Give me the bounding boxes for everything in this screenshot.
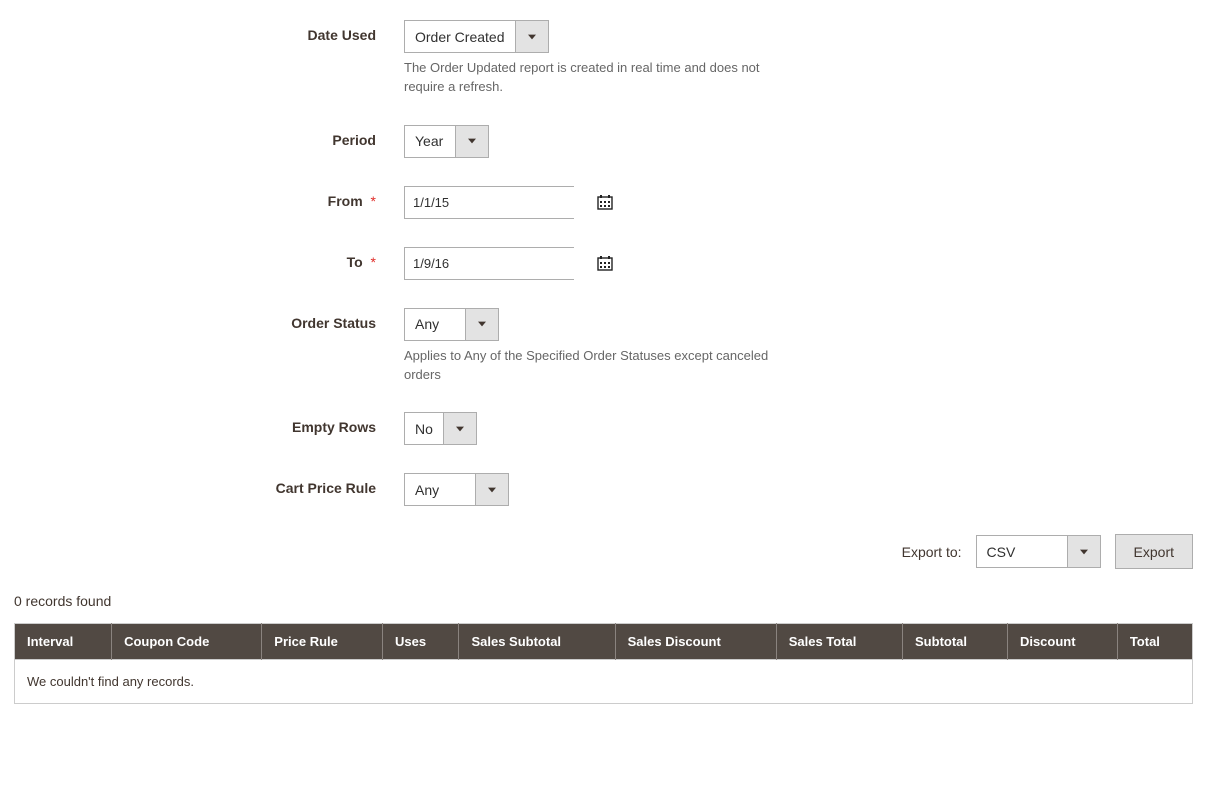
field-period: Period Year (134, 125, 934, 158)
export-label: Export to: (902, 544, 962, 560)
field-order-status: Order Status Any Applies to Any of the S… (134, 308, 934, 385)
order-status-value: Any (405, 309, 465, 340)
col-coupon-code: Coupon Code (112, 624, 262, 660)
order-status-hint: Applies to Any of the Specified Order St… (404, 347, 784, 385)
report-table: Interval Coupon Code Price Rule Uses Sal… (14, 623, 1193, 704)
cart-price-rule-select[interactable]: Any (404, 473, 509, 506)
field-cart-price-rule: Cart Price Rule Any (134, 473, 934, 506)
col-total: Total (1117, 624, 1192, 660)
col-discount: Discount (1007, 624, 1117, 660)
from-date-wrap (404, 186, 574, 219)
table-empty-row: We couldn't find any records. (15, 660, 1193, 704)
table-header-row: Interval Coupon Code Price Rule Uses Sal… (15, 624, 1193, 660)
chevron-down-icon (443, 413, 476, 444)
from-date-input[interactable] (405, 187, 597, 218)
col-subtotal: Subtotal (903, 624, 1008, 660)
export-bar: Export to: CSV Export (14, 534, 1193, 569)
date-used-label: Date Used (134, 20, 404, 43)
empty-message: We couldn't find any records. (15, 660, 1193, 704)
field-empty-rows: Empty Rows No (134, 412, 934, 445)
date-used-hint: The Order Updated report is created in r… (404, 59, 784, 97)
col-sales-subtotal: Sales Subtotal (459, 624, 615, 660)
export-button[interactable]: Export (1115, 534, 1193, 569)
field-from: From * (134, 186, 934, 219)
col-interval: Interval (15, 624, 112, 660)
chevron-down-icon (1067, 536, 1100, 567)
export-format-select[interactable]: CSV (976, 535, 1101, 568)
period-value: Year (405, 126, 455, 157)
period-select[interactable]: Year (404, 125, 489, 158)
chevron-down-icon (465, 309, 498, 340)
field-to: To * (134, 247, 934, 280)
required-mark: * (371, 254, 376, 270)
records-count: 0 records found (14, 593, 1193, 609)
calendar-icon[interactable] (597, 248, 613, 279)
period-label: Period (134, 125, 404, 148)
empty-rows-label: Empty Rows (134, 412, 404, 435)
empty-rows-value: No (405, 413, 443, 444)
to-label-text: To (347, 254, 363, 270)
order-status-label: Order Status (134, 308, 404, 331)
cart-price-rule-value: Any (405, 474, 475, 505)
from-label: From * (134, 186, 404, 209)
calendar-icon[interactable] (597, 187, 613, 218)
cart-price-rule-label: Cart Price Rule (134, 473, 404, 496)
chevron-down-icon (455, 126, 488, 157)
col-price-rule: Price Rule (262, 624, 383, 660)
required-mark: * (371, 193, 376, 209)
date-used-value: Order Created (405, 21, 515, 52)
export-format-value: CSV (977, 536, 1067, 567)
from-label-text: From (328, 193, 363, 209)
filter-form: Date Used Order Created The Order Update… (134, 20, 934, 506)
col-sales-total: Sales Total (776, 624, 902, 660)
chevron-down-icon (475, 474, 508, 505)
to-date-wrap (404, 247, 574, 280)
col-uses: Uses (383, 624, 459, 660)
empty-rows-select[interactable]: No (404, 412, 477, 445)
field-date-used: Date Used Order Created The Order Update… (134, 20, 934, 97)
col-sales-discount: Sales Discount (615, 624, 776, 660)
order-status-select[interactable]: Any (404, 308, 499, 341)
to-label: To * (134, 247, 404, 270)
to-date-input[interactable] (405, 248, 597, 279)
chevron-down-icon (515, 21, 548, 52)
date-used-select[interactable]: Order Created (404, 20, 549, 53)
